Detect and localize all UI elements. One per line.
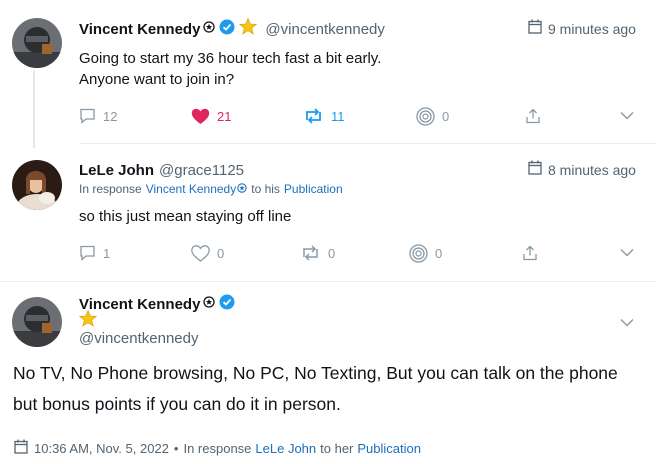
repost-button[interactable]: 11 — [303, 108, 345, 124]
tweet-2-header: LeLe John @grace1125 — [79, 160, 244, 180]
tweet-text-line: No TV, No Phone browsing, No PC, No Text… — [13, 363, 618, 383]
thread-line — [33, 70, 35, 148]
repost-button[interactable]: 0 — [300, 245, 335, 261]
tweet-1-text: Going to start my 36 hour tech fast a bi… — [79, 48, 381, 90]
calendar-icon — [528, 160, 542, 180]
quote-count: 0 — [442, 109, 450, 124]
share-button[interactable] — [522, 245, 538, 261]
calendar-icon — [14, 439, 28, 457]
publication-link[interactable]: Publication — [357, 441, 421, 456]
tweet-2-text: so this just mean staying off line — [79, 208, 292, 225]
chevron-down-icon — [620, 319, 634, 327]
quote-button[interactable]: 0 — [416, 107, 449, 126]
author-name[interactable]: Vincent Kennedy — [79, 21, 200, 38]
more-menu-button[interactable] — [620, 111, 634, 120]
tweet-text-line: Anyone want to join in? — [79, 71, 235, 88]
author-handle[interactable]: @vincentkennedy — [79, 330, 198, 347]
star-icon — [239, 17, 258, 40]
divider — [0, 281, 656, 282]
tweet-1-time[interactable]: 9 minutes ago — [528, 19, 636, 39]
more-menu-button[interactable] — [620, 318, 634, 327]
tweet-3-header: Vincent Kennedy — [79, 294, 235, 314]
tweet-text-line: but bonus points if you can do it in per… — [13, 394, 341, 414]
avatar-lele[interactable] — [12, 160, 62, 210]
chevron-down-icon — [620, 112, 634, 120]
like-count: 21 — [217, 109, 232, 124]
reply-icon — [80, 245, 95, 261]
quote-button[interactable]: 0 — [409, 244, 442, 263]
avatar-vincent[interactable] — [12, 297, 62, 347]
heart-outline-icon — [191, 245, 210, 262]
share-icon — [526, 108, 540, 124]
repost-icon — [306, 108, 321, 124]
author-handle[interactable]: @vincentkennedy — [265, 21, 384, 38]
tweet-time: 8 minutes ago — [548, 162, 636, 178]
admin-icon — [237, 182, 247, 196]
tweet-timestamp[interactable]: 10:36 AM, Nov. 5, 2022 — [34, 441, 169, 456]
admin-icon — [203, 295, 216, 313]
more-menu-button[interactable] — [620, 248, 634, 257]
reply-count: 12 — [103, 108, 118, 124]
like-count: 0 — [217, 246, 225, 261]
admin-icon — [203, 20, 216, 38]
divider — [79, 143, 656, 144]
reply-button[interactable]: 12 — [79, 108, 117, 124]
heart-filled-icon — [191, 108, 210, 124]
like-button[interactable]: 0 — [191, 245, 224, 262]
tweet-3-meta: 10:36 AM, Nov. 5, 2022 • In response LeL… — [14, 439, 421, 457]
verified-icon — [219, 294, 235, 315]
reply-count: 1 — [103, 245, 111, 261]
chevron-down-icon — [620, 249, 634, 257]
in-response-mid: to her — [320, 440, 354, 456]
share-icon — [523, 245, 537, 261]
in-response-prefix: In response — [183, 440, 252, 456]
reply-button[interactable]: 1 — [79, 245, 110, 261]
avatar-vincent[interactable] — [12, 18, 62, 68]
quote-icon — [409, 244, 428, 263]
in-response-user-link[interactable]: LeLe John — [255, 441, 316, 456]
star-icon — [78, 309, 98, 332]
share-button[interactable] — [525, 108, 541, 124]
meta-bullet: • — [173, 440, 179, 456]
in-response-prefix: In response — [79, 182, 142, 196]
repost-count: 0 — [328, 245, 336, 261]
tweet-text-line: Going to start my 36 hour tech fast a bi… — [79, 50, 382, 67]
quote-icon — [416, 107, 435, 126]
in-response-user-link[interactable]: Vincent Kennedy — [146, 182, 237, 196]
verified-icon — [219, 19, 235, 40]
in-response-line: In response Vincent Kennedy to his Publi… — [79, 181, 343, 197]
author-name[interactable]: Vincent Kennedy — [79, 296, 200, 313]
tweet-2-time[interactable]: 8 minutes ago — [528, 160, 636, 180]
reply-icon — [80, 108, 95, 124]
tweet-3-text: No TV, No Phone browsing, No PC, No Text… — [13, 358, 653, 420]
author-handle[interactable]: @grace1125 — [159, 162, 244, 179]
repost-count: 11 — [331, 108, 345, 124]
quote-count: 0 — [435, 246, 443, 261]
author-name[interactable]: LeLe John — [79, 162, 154, 179]
tweet-time: 9 minutes ago — [548, 21, 636, 37]
like-button[interactable]: 21 — [191, 108, 231, 125]
calendar-icon — [528, 19, 542, 39]
publication-link[interactable]: Publication — [284, 182, 343, 196]
in-response-mid: to his — [251, 182, 280, 196]
tweet-1-header: Vincent Kennedy @vincentkennedy — [79, 17, 385, 40]
repost-icon — [303, 245, 318, 261]
